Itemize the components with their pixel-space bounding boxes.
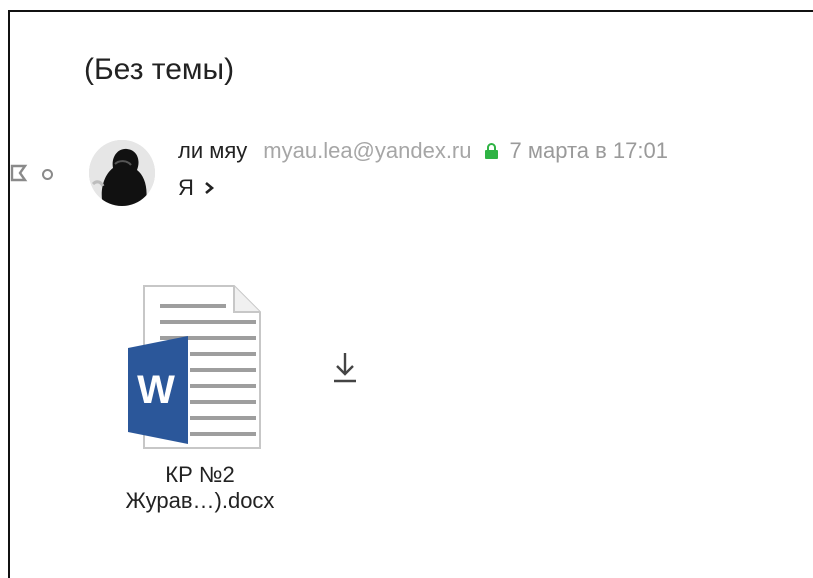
recipient-name[interactable]: Я bbox=[178, 175, 194, 201]
flag-icon[interactable] bbox=[10, 164, 28, 182]
attachment-name-line1: КР №2 bbox=[165, 462, 235, 487]
sender-line: ли мяу myau.lea@yandex.ru 7 марта в 17:0… bbox=[178, 138, 668, 164]
read-status-icon[interactable] bbox=[42, 168, 53, 180]
sender-avatar[interactable] bbox=[89, 140, 155, 206]
chevron-right-icon[interactable] bbox=[203, 181, 215, 195]
sender-email[interactable]: myau.lea@yandex.ru bbox=[263, 138, 471, 164]
message-subject: (Без темы) bbox=[84, 53, 235, 86]
lock-icon bbox=[484, 143, 498, 159]
sender-name[interactable]: ли мяу bbox=[178, 138, 247, 164]
download-icon[interactable] bbox=[332, 350, 358, 384]
avatar-image bbox=[89, 140, 155, 206]
message-controls bbox=[10, 164, 53, 182]
word-document-icon[interactable]: W bbox=[116, 284, 262, 450]
svg-text:W: W bbox=[137, 368, 175, 412]
attachment-name[interactable]: КР №2 Журав…).docx bbox=[100, 462, 300, 514]
attachment-name-line2: Журав…).docx bbox=[125, 488, 275, 513]
sent-date: 7 марта в 17:01 bbox=[509, 138, 669, 163]
message-view: (Без темы) ли мяу myau.lea@yandex.ru 7 м… bbox=[8, 10, 813, 578]
recipient-line[interactable]: Я bbox=[178, 175, 215, 201]
